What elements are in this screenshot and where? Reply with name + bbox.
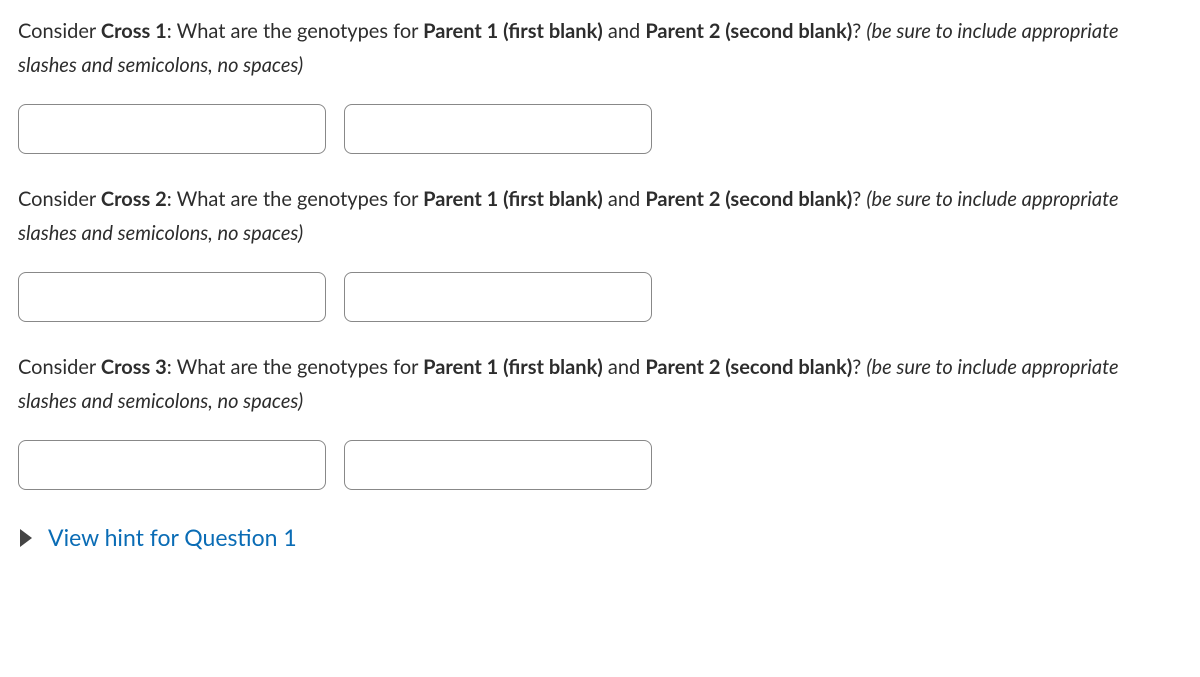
question-cross-3: Consider Cross 3: What are the genotypes… — [18, 350, 1182, 490]
cross-label: Cross 2 — [101, 187, 167, 211]
parent1-label: Parent 1 (first blank) — [423, 187, 603, 211]
parent1-input[interactable] — [18, 272, 326, 322]
text-mid-a: : What are the genotypes for — [167, 355, 423, 379]
text-intro: Consider — [18, 355, 101, 379]
input-row-cross-1 — [18, 104, 1182, 154]
cross-label: Cross 3 — [101, 355, 167, 379]
parent2-label: Parent 2 (second blank) — [645, 187, 852, 211]
parent1-input[interactable] — [18, 440, 326, 490]
hint-label: View hint for Question 1 — [48, 518, 297, 557]
prompt-cross-2: Consider Cross 2: What are the genotypes… — [18, 182, 1182, 250]
question-cross-1: Consider Cross 1: What are the genotypes… — [18, 14, 1182, 154]
parent2-label: Parent 2 (second blank) — [645, 355, 852, 379]
parent2-input[interactable] — [344, 440, 652, 490]
parent1-input[interactable] — [18, 104, 326, 154]
text-mid-c: ? — [852, 187, 866, 211]
prompt-cross-3: Consider Cross 3: What are the genotypes… — [18, 350, 1182, 418]
text-mid-b: and — [603, 187, 646, 211]
parent2-input[interactable] — [344, 272, 652, 322]
parent2-input[interactable] — [344, 104, 652, 154]
text-mid-a: : What are the genotypes for — [167, 19, 423, 43]
triangle-right-icon — [20, 529, 32, 547]
cross-label: Cross 1 — [101, 19, 167, 43]
input-row-cross-2 — [18, 272, 1182, 322]
text-mid-a: : What are the genotypes for — [167, 187, 423, 211]
prompt-cross-1: Consider Cross 1: What are the genotypes… — [18, 14, 1182, 82]
text-mid-b: and — [603, 355, 646, 379]
text-intro: Consider — [18, 187, 101, 211]
parent2-label: Parent 2 (second blank) — [645, 19, 852, 43]
text-mid-c: ? — [852, 19, 866, 43]
text-mid-c: ? — [852, 355, 866, 379]
text-mid-b: and — [603, 19, 646, 43]
text-intro: Consider — [18, 19, 101, 43]
question-cross-2: Consider Cross 2: What are the genotypes… — [18, 182, 1182, 322]
view-hint-toggle[interactable]: View hint for Question 1 — [18, 518, 1182, 557]
parent1-label: Parent 1 (first blank) — [423, 355, 603, 379]
input-row-cross-3 — [18, 440, 1182, 490]
parent1-label: Parent 1 (first blank) — [423, 19, 603, 43]
